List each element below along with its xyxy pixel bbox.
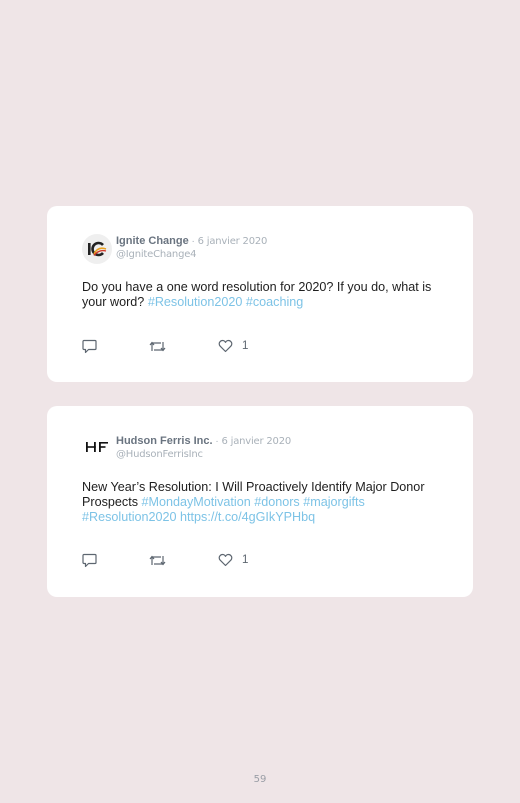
tweet-actions: 1 [82, 338, 282, 354]
retweet-icon [149, 341, 166, 351]
like-count: 1 [242, 554, 249, 566]
tweet-card: Ignite Change · 6 janvier 2020 @IgniteCh… [47, 206, 473, 382]
hashtag-link[interactable]: #majorgifts [303, 495, 365, 509]
tweet-actions: 1 [82, 552, 282, 568]
avatar[interactable] [82, 234, 112, 264]
speech-bubble-icon [82, 339, 97, 353]
author-handle[interactable]: @IgniteChange4 [116, 248, 267, 261]
author-name[interactable]: Ignite Change [116, 235, 189, 247]
hashtag-link[interactable]: #coaching [246, 295, 303, 309]
tweet-header: Hudson Ferris Inc. · 6 janvier 2020 @Hud… [116, 435, 291, 461]
like-button[interactable]: 1 [218, 552, 248, 568]
retweet-button[interactable] [149, 552, 166, 568]
tweet-header: Ignite Change · 6 janvier 2020 @IgniteCh… [116, 235, 267, 261]
heart-icon [218, 553, 233, 567]
hudson-ferris-logo-icon [86, 442, 108, 452]
hashtag-link[interactable]: #MondayMotivation [142, 495, 251, 509]
like-button[interactable]: 1 [218, 338, 248, 354]
like-count: 1 [242, 340, 249, 352]
url-link[interactable]: https://t.co/4gGIkYPHbq [180, 510, 315, 524]
retweet-icon [149, 555, 166, 565]
author-name[interactable]: Hudson Ferris Inc. [116, 435, 213, 447]
tweet-date[interactable]: 6 janvier 2020 [221, 436, 291, 447]
ignite-change-logo-icon [88, 241, 107, 257]
hashtag-link[interactable]: #Resolution2020 [82, 510, 177, 524]
avatar[interactable] [82, 432, 112, 462]
separator: · [188, 236, 198, 247]
reply-button[interactable] [82, 552, 97, 568]
hashtag-link[interactable]: #donors [254, 495, 300, 509]
hashtag-link[interactable]: #Resolution2020 [148, 295, 243, 309]
tweet-date[interactable]: 6 janvier 2020 [198, 236, 268, 247]
speech-bubble-icon [82, 553, 97, 567]
retweet-button[interactable] [149, 338, 166, 354]
tweet-text: Do you have a one word resolution for 20… [82, 280, 442, 310]
tweet-card: Hudson Ferris Inc. · 6 janvier 2020 @Hud… [47, 406, 473, 597]
author-handle[interactable]: @HudsonFerrisInc [116, 448, 291, 461]
heart-icon [218, 339, 233, 353]
page-number: 59 [253, 774, 267, 785]
tweet-text: New Year’s Resolution: I Will Proactivel… [82, 480, 442, 525]
reply-button[interactable] [82, 338, 97, 354]
